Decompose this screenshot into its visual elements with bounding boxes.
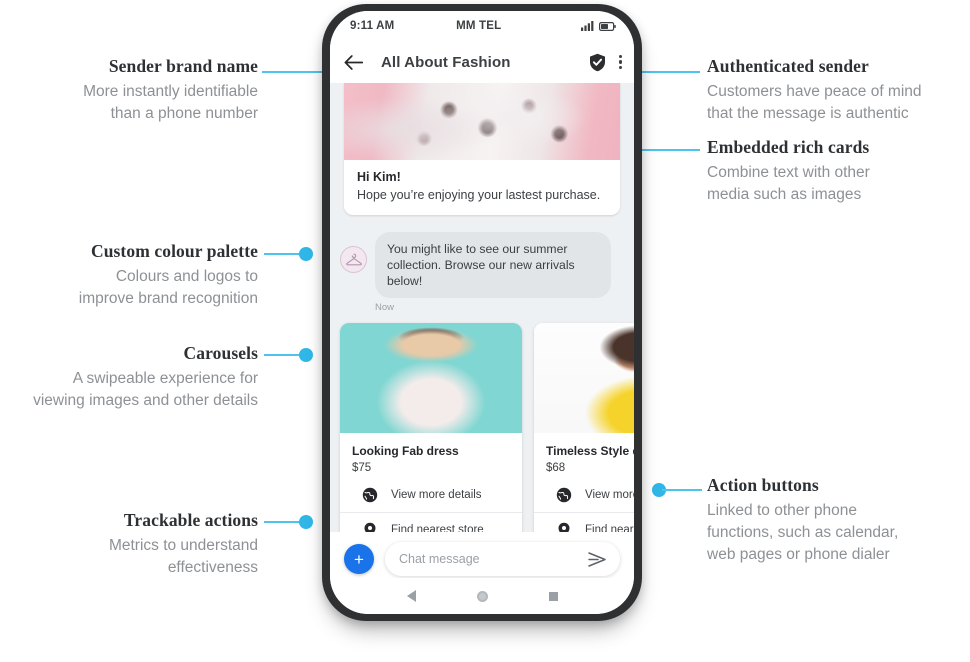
- annotation-embedded-rich-cards: Embedded rich cards Combine text with ot…: [707, 137, 870, 206]
- rich-card-body: Hi Kim! Hope you’re enjoying your lastes…: [344, 160, 620, 215]
- nav-back-icon[interactable]: [406, 590, 416, 602]
- carousel-card-image: [534, 323, 634, 434]
- chat-input[interactable]: [399, 552, 588, 566]
- annotation-title: Carousels: [183, 343, 258, 363]
- status-icons: [581, 21, 616, 31]
- annotation-title: Embedded rich cards: [707, 137, 870, 157]
- carousel-card-body: Looking Fab dress $75: [340, 433, 522, 478]
- add-attachment-button[interactable]: +: [344, 544, 374, 574]
- conversation-area[interactable]: Hi Kim! Hope you’re enjoying your lastes…: [330, 83, 634, 532]
- nav-recents-icon[interactable]: [548, 591, 558, 601]
- phone-mockup: 9:11 AM MM TEL All About Fashion Hi Kim!…: [322, 4, 642, 621]
- annotation-title: Action buttons: [707, 475, 819, 495]
- status-carrier: MM TEL: [456, 20, 502, 32]
- infographic-stage: Sender brand name More instantly identif…: [0, 0, 970, 662]
- incoming-message-row: You might like to see our summer collect…: [340, 232, 620, 299]
- carousel-card-image: [340, 323, 522, 434]
- annotation-body-line: functions, such as calendar,: [707, 523, 899, 541]
- annotation-action-buttons: Action buttons Linked to other phone fun…: [707, 475, 898, 566]
- card-action-label: Find nearest store: [585, 524, 634, 532]
- shield-check-icon: [589, 53, 605, 71]
- connector-dot-carousels: [299, 348, 313, 362]
- connector-line-action-buttons: [662, 489, 702, 491]
- annotation-body-line: web pages or phone dialer: [707, 545, 890, 563]
- chat-input-wrapper[interactable]: [385, 542, 620, 576]
- annotation-trackable-actions: Trackable actions Metrics to understand …: [0, 510, 258, 579]
- carousel-card[interactable]: Looking Fab dress $75 View more details: [340, 323, 522, 532]
- location-pin-icon: [364, 523, 376, 532]
- card-action-label: View more details: [585, 489, 634, 502]
- carousel-card[interactable]: Timeless Style dress $68 View more detai…: [534, 323, 634, 532]
- annotation-body-line: A swipeable experience for: [72, 369, 258, 387]
- annotation-body-line: Combine text with other: [707, 163, 870, 181]
- app-bar-actions: [589, 53, 622, 72]
- send-icon[interactable]: [588, 551, 606, 567]
- android-nav-bar: [330, 578, 634, 614]
- connector-dot-trackable-actions: [299, 515, 313, 529]
- app-bar: All About Fashion: [330, 41, 634, 83]
- annotation-body-line: Linked to other phone: [707, 501, 857, 519]
- card-action-label: View more details: [391, 489, 482, 502]
- rich-card-heading: Hi Kim!: [357, 170, 401, 184]
- annotation-sender-brand-name: Sender brand name More instantly identif…: [0, 56, 258, 125]
- phone-screen: 9:11 AM MM TEL All About Fashion Hi Kim!…: [330, 11, 634, 614]
- annotation-custom-colour-palette: Custom colour palette Colours and logos …: [0, 241, 258, 310]
- annotation-body-line: Colours and logos to: [115, 267, 258, 285]
- globe-icon: [362, 488, 378, 503]
- annotation-title: Trackable actions: [123, 510, 258, 530]
- status-bar: 9:11 AM MM TEL: [330, 11, 634, 41]
- carousel-card-price: $68: [546, 462, 566, 475]
- status-time: 9:11 AM: [350, 20, 395, 32]
- annotation-body-line: Customers have peace of mind: [707, 82, 922, 100]
- connector-dot-custom-colour-palette: [299, 247, 313, 261]
- card-action-label: Find nearest store: [391, 524, 484, 532]
- annotation-title: Custom colour palette: [90, 241, 258, 261]
- annotation-body-line: Metrics to understand: [108, 536, 258, 554]
- card-action-view-more-details[interactable]: View more details: [340, 478, 522, 512]
- card-action-find-nearest-store[interactable]: Find nearest store: [534, 512, 634, 532]
- card-action-find-nearest-store[interactable]: Find nearest store: [340, 512, 522, 532]
- annotation-title: Sender brand name: [108, 56, 258, 76]
- carousel-card-title: Looking Fab dress: [352, 444, 459, 459]
- app-bar-title: All About Fashion: [381, 53, 511, 71]
- nav-home-icon[interactable]: [476, 590, 488, 602]
- back-arrow-icon[interactable]: [344, 54, 363, 70]
- annotation-body-line: More instantly identifiable: [83, 82, 258, 100]
- annotation-carousels: Carousels A swipeable experience for vie…: [0, 343, 258, 412]
- kebab-menu-icon[interactable]: [618, 54, 622, 70]
- annotation-authenticated-sender: Authenticated sender Customers have peac…: [707, 56, 922, 125]
- rich-card[interactable]: Hi Kim! Hope you’re enjoying your lastes…: [344, 83, 620, 215]
- battery-icon: [599, 21, 616, 31]
- card-action-view-more-details[interactable]: View more details: [534, 478, 634, 512]
- annotation-body-line: media such as images: [707, 185, 862, 203]
- location-pin-icon: [558, 523, 570, 532]
- hanger-glyph: [345, 253, 362, 266]
- message-composer: +: [330, 532, 634, 578]
- annotation-body-line: improve brand recognition: [78, 289, 258, 307]
- annotation-body-line: that the message is authentic: [707, 104, 909, 122]
- rich-card-image: [344, 83, 620, 160]
- message-bubble: You might like to see our summer collect…: [375, 232, 611, 299]
- carousel-card-price: $75: [352, 462, 372, 475]
- rich-card-text: Hope you’re enjoying your lastest purcha…: [357, 188, 601, 202]
- product-carousel[interactable]: Looking Fab dress $75 View more details: [340, 323, 634, 532]
- annotation-body-line: than a phone number: [110, 104, 258, 122]
- carousel-card-body: Timeless Style dress $68: [534, 433, 634, 478]
- carousel-card-title: Timeless Style dress: [546, 444, 634, 459]
- annotation-body-line: effectiveness: [167, 558, 258, 576]
- message-timestamp: Now: [375, 302, 395, 314]
- globe-icon: [556, 488, 572, 503]
- clothes-hanger-avatar-icon: [340, 246, 367, 273]
- annotation-body-line: viewing images and other details: [33, 391, 258, 409]
- message-group: You might like to see our summer collect…: [375, 232, 611, 299]
- signal-bars-icon: [581, 21, 594, 31]
- annotation-title: Authenticated sender: [707, 56, 869, 76]
